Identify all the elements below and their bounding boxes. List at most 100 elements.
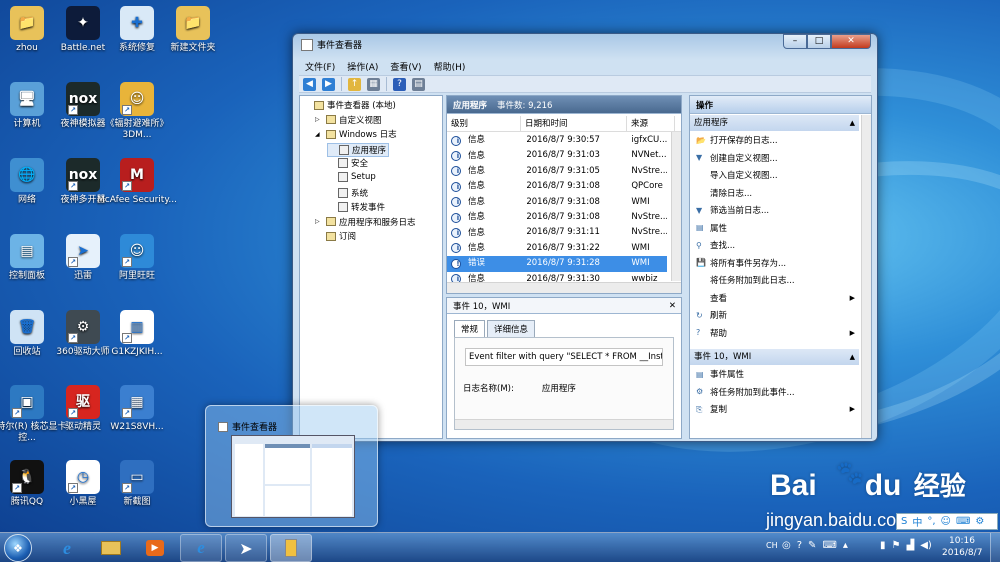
action-item[interactable]: 📂 打开保存的日志... bbox=[696, 134, 778, 147]
action-item[interactable]: ▼ 筛选当前日志... bbox=[696, 204, 769, 217]
flag-icon[interactable]: ⚑ bbox=[892, 540, 901, 551]
actions-section-app[interactable]: 应用程序 bbox=[690, 115, 859, 131]
event-row[interactable]: ! 错误 2016/8/7 9:31:28 WMI bbox=[447, 256, 667, 272]
event-row[interactable]: i 信息 2016/8/7 9:31:11 NvStre... bbox=[447, 225, 667, 240]
taskbar-media-player[interactable]: ▶ bbox=[134, 534, 176, 562]
action-label: 查找... bbox=[710, 241, 736, 251]
desktop-icon[interactable]: ☺ ↗ 阿里旺旺 bbox=[97, 234, 177, 282]
ime-settings-icon[interactable]: ⚙ bbox=[975, 516, 984, 527]
start-button[interactable]: ❖ bbox=[4, 534, 32, 562]
taskbar-thumbnail-preview[interactable]: 事件查看器 bbox=[205, 405, 378, 527]
ime-keyboard-icon[interactable]: ⌨ bbox=[956, 516, 970, 527]
tree-expander-icon[interactable]: ◢ bbox=[315, 131, 323, 138]
ime-mode[interactable]: 中 bbox=[912, 514, 922, 529]
show-action-pane-icon[interactable]: ▤ bbox=[412, 77, 425, 91]
up-folder-icon[interactable]: ↑ bbox=[348, 77, 361, 91]
tray-keyboard-icon[interactable]: ⌨ bbox=[822, 540, 836, 551]
list-horizontal-scrollbar[interactable] bbox=[447, 282, 681, 293]
event-row[interactable]: i 信息 2016/8/7 9:30:57 igfxCU... bbox=[447, 133, 667, 148]
action-item[interactable]: ↻ 刷新 bbox=[696, 309, 727, 322]
menu-item[interactable]: 帮助(H) bbox=[434, 60, 466, 73]
menu-item[interactable]: 操作(A) bbox=[347, 60, 378, 73]
column-header[interactable]: 级别 bbox=[447, 116, 521, 131]
tray-help-icon[interactable]: ? bbox=[797, 540, 802, 551]
action-item[interactable]: ▤ 事件属性 bbox=[696, 368, 744, 381]
menu-item[interactable]: 文件(F) bbox=[305, 60, 335, 73]
actions-scrollbar[interactable] bbox=[861, 115, 871, 438]
battery-icon[interactable]: ▮ bbox=[880, 540, 886, 551]
clock[interactable]: 10:16 2016/8/7 bbox=[942, 535, 982, 559]
tray-expand-icon[interactable]: ▴ bbox=[843, 540, 848, 551]
forward-arrow-icon[interactable]: ▶ bbox=[322, 77, 335, 91]
ime-toolbar[interactable]: S 中 °, ☺ ⌨ ⚙ bbox=[896, 513, 998, 530]
event-row[interactable]: i 信息 2016/8/7 9:31:08 NvStre... bbox=[447, 210, 667, 225]
action-item[interactable]: 💾 将所有事件另存为... bbox=[696, 257, 786, 269]
tree-item[interactable]: ◢ Windows 日志 bbox=[315, 128, 397, 140]
language-indicator[interactable]: CH bbox=[766, 541, 778, 550]
desktop-icon[interactable]: ▦ ↗ W21S8VH... bbox=[97, 385, 177, 433]
desktop-icon[interactable]: ☺ ↗ 《辐射避难所》3DM... bbox=[97, 82, 177, 141]
taskbar-ie-pinned[interactable]: e bbox=[180, 534, 222, 562]
taskbar-ie[interactable]: e bbox=[46, 534, 88, 562]
action-item[interactable]: 清除日志... bbox=[696, 187, 752, 199]
tray-ime-icon[interactable]: ◎ bbox=[782, 540, 791, 551]
column-header[interactable]: 来源 bbox=[627, 116, 675, 131]
ime-emoji-icon[interactable]: ☺ bbox=[941, 516, 951, 527]
collapse-arrow-icon[interactable]: ▲ bbox=[850, 353, 855, 361]
volume-icon[interactable]: ◀) bbox=[920, 540, 932, 551]
tray-tool-icon[interactable]: ✎ bbox=[808, 540, 816, 551]
action-item[interactable]: 查看 bbox=[696, 292, 727, 304]
list-vertical-scrollbar[interactable] bbox=[671, 132, 681, 281]
action-item[interactable]: ⎘ 复制 bbox=[696, 403, 727, 416]
collapse-arrow-icon[interactable]: ▲ bbox=[850, 119, 855, 127]
tree-item[interactable]: ▷ 自定义视图 bbox=[315, 114, 382, 126]
minimize-button[interactable]: – bbox=[783, 34, 807, 49]
tree-item[interactable]: 事件查看器 (本地) bbox=[303, 99, 396, 111]
action-item[interactable]: 将任务附加到此日志... bbox=[696, 274, 795, 286]
tree-item[interactable]: ▷ 应用程序和服务日志 bbox=[315, 216, 416, 228]
close-button[interactable]: ✕ bbox=[831, 34, 871, 49]
tree-expander-icon[interactable]: ▷ bbox=[315, 218, 323, 225]
event-row[interactable]: i 信息 2016/8/7 9:31:22 WMI bbox=[447, 241, 667, 256]
detail-close-button[interactable]: ✕ bbox=[669, 301, 676, 311]
show-desktop-button[interactable] bbox=[990, 533, 1000, 562]
back-arrow-icon[interactable]: ◀ bbox=[303, 77, 316, 91]
tree-item[interactable]: 安全 bbox=[327, 157, 368, 169]
tree-item[interactable]: 应用程序 bbox=[327, 142, 390, 157]
action-item[interactable]: ⚙ 将任务附加到此事件... bbox=[696, 386, 795, 398]
tree-expander-icon[interactable]: ▷ bbox=[315, 116, 323, 123]
tab-details[interactable]: 详细信息 bbox=[487, 320, 536, 338]
event-row[interactable]: i 信息 2016/8/7 9:31:05 NvStre... bbox=[447, 164, 667, 179]
menu-item[interactable]: 查看(V) bbox=[390, 60, 421, 73]
window-title-bar[interactable]: 事件查看器 bbox=[301, 38, 362, 51]
taskbar-xunlei[interactable]: ➤ bbox=[225, 534, 267, 562]
action-item[interactable]: 导入自定义视图... bbox=[696, 169, 778, 181]
taskbar-event-viewer[interactable] bbox=[270, 534, 312, 562]
desktop-icon[interactable]: M ↗ McAfee Security... bbox=[97, 158, 177, 206]
event-row[interactable]: i 信息 2016/8/7 9:31:08 WMI bbox=[447, 195, 667, 210]
network-icon[interactable]: ▟ bbox=[906, 540, 914, 551]
event-row[interactable]: i 信息 2016/8/7 9:31:03 NVNet... bbox=[447, 148, 667, 163]
tab-general[interactable]: 常规 bbox=[454, 320, 486, 338]
maximize-button[interactable]: □ bbox=[807, 34, 831, 49]
ime-punct-icon[interactable]: °, bbox=[927, 516, 935, 527]
taskbar-explorer[interactable] bbox=[90, 534, 132, 562]
watermark-url: jingyan.baidu.com bbox=[766, 510, 912, 530]
actions-section-event[interactable]: 事件 10，WMI bbox=[690, 349, 859, 365]
tree-item[interactable]: 系统 bbox=[327, 187, 368, 199]
tree-item[interactable]: 转发事件 bbox=[327, 201, 385, 213]
tree-item[interactable]: Setup bbox=[327, 172, 376, 182]
help-icon[interactable]: ? bbox=[393, 77, 406, 91]
event-row[interactable]: i 信息 2016/8/7 9:31:08 QPCore bbox=[447, 179, 667, 194]
action-item[interactable]: ▤ 属性 bbox=[696, 222, 727, 234]
desktop-icon[interactable]: ▭ ↗ 新截图 bbox=[97, 460, 177, 508]
action-item[interactable]: ⚲ 查找... bbox=[696, 239, 736, 252]
desktop-icon[interactable]: ▥ ↗ G1KZJKIH... bbox=[97, 310, 177, 358]
show-hide-tree-icon[interactable]: ▦ bbox=[367, 77, 380, 91]
desktop-icon[interactable]: 📁 新建文件夹 bbox=[153, 6, 233, 54]
tree-item[interactable]: 订阅 bbox=[315, 230, 356, 242]
action-item[interactable]: ? 帮助 bbox=[696, 327, 727, 339]
action-item[interactable]: ▼ 创建自定义视图... bbox=[696, 152, 778, 164]
column-header[interactable]: 日期和时间 bbox=[521, 116, 627, 131]
detail-horizontal-scrollbar[interactable] bbox=[455, 419, 673, 429]
